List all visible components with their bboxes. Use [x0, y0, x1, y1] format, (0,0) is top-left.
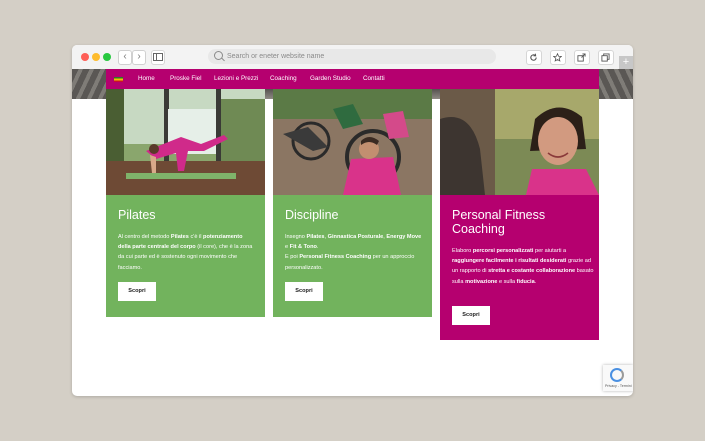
browser-toolbar: ‹ › Search or eneter website name	[72, 45, 633, 70]
card-text: Insegno Pilates, Ginnastica Posturale, E…	[285, 234, 422, 271]
recaptcha-badge[interactable]: Privacy - Termini	[603, 365, 633, 391]
scopri-button[interactable]: Scopri	[452, 306, 490, 325]
nav-item-lessons[interactable]: Lezioni e Prezzi	[214, 69, 258, 89]
site-navigation: Home Proske Fiel Lezioni e Prezzi Coachi…	[106, 69, 599, 89]
nav-item-about[interactable]: Proske Fiel	[170, 69, 202, 89]
card-pilates: Pilates Al centro del metodo Pilates c'è…	[106, 89, 265, 317]
card-text: Elaboro percorsi personalizzati per aiut…	[452, 248, 594, 285]
back-button[interactable]: ‹	[118, 50, 132, 65]
coaching-photo	[440, 89, 599, 195]
nav-item-coaching[interactable]: Coaching	[270, 69, 297, 89]
address-bar[interactable]: Search or eneter website name	[208, 49, 496, 64]
scopri-button[interactable]: Scopri	[118, 282, 156, 301]
card-title: Personal Fitness Coaching	[452, 208, 546, 236]
card-title: Pilates	[118, 208, 156, 222]
browser-window: ‹ › Search or eneter website name + Home…	[72, 45, 633, 396]
card-text: Al centro del metodo Pilates c'è il pote…	[118, 234, 253, 271]
minimize-window-button[interactable]	[92, 53, 100, 61]
italian-flag-icon[interactable]	[114, 77, 123, 82]
tabs-icon[interactable]	[598, 50, 614, 65]
nav-item-garden-studio[interactable]: Garden Studio	[310, 69, 351, 89]
sidebar-icon[interactable]	[151, 50, 165, 65]
pilates-photo	[106, 89, 265, 195]
zoom-window-button[interactable]	[103, 53, 111, 61]
share-icon[interactable]	[574, 50, 590, 65]
close-window-button[interactable]	[81, 53, 89, 61]
star-icon[interactable]	[550, 50, 566, 65]
scopri-button[interactable]: Scopri	[285, 282, 323, 301]
discipline-photo	[273, 89, 432, 195]
nav-item-contacts[interactable]: Contatti	[363, 69, 385, 89]
new-tab-button[interactable]: +	[619, 56, 633, 69]
address-placeholder: Search or eneter website name	[227, 53, 325, 60]
reload-icon[interactable]	[526, 50, 542, 65]
card-title: Discipline	[285, 208, 339, 222]
recaptcha-icon	[610, 368, 624, 382]
search-icon	[214, 51, 223, 60]
card-discipline: Discipline Insegno Pilates, Ginnastica P…	[273, 89, 432, 317]
card-personal-fitness-coaching: Personal Fitness Coaching Elaboro percor…	[440, 89, 599, 340]
forward-button[interactable]: ›	[132, 50, 146, 65]
recaptcha-links[interactable]: Privacy - Termini	[605, 384, 632, 388]
nav-item-home[interactable]: Home	[138, 69, 155, 89]
